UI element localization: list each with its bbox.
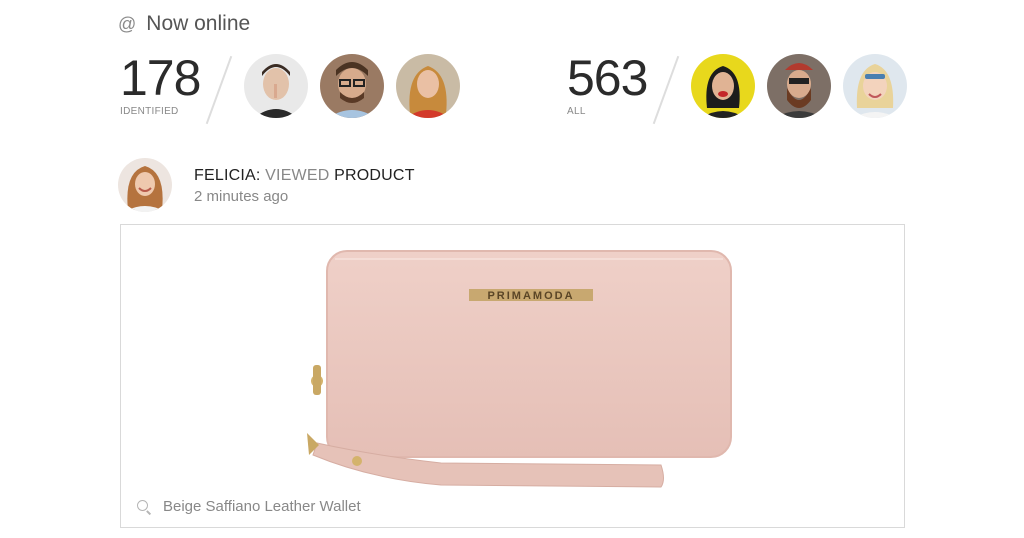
all-stat: 563 ALL xyxy=(567,50,908,126)
product-name[interactable]: Beige Saffiano Leather Wallet xyxy=(163,498,361,515)
all-avatars xyxy=(691,54,908,118)
activity-user[interactable]: FELICIA: xyxy=(194,167,261,184)
felicia-avatar[interactable] xyxy=(118,158,172,212)
divider xyxy=(653,55,680,125)
avatar[interactable] xyxy=(843,54,908,118)
search-icon[interactable] xyxy=(137,499,151,514)
page-title: Now online xyxy=(146,12,251,35)
online-header: @ Now online xyxy=(118,12,250,36)
all-label: ALL xyxy=(567,106,586,117)
identified-avatars xyxy=(244,54,461,118)
avatar[interactable] xyxy=(244,54,309,118)
product-image: PRIMAMODA xyxy=(307,250,732,488)
activity-object[interactable]: PRODUCT xyxy=(334,167,415,184)
product-card[interactable]: PRIMAMODA Beige Saffiano Leather Wallet xyxy=(120,224,905,528)
avatar[interactable] xyxy=(396,54,461,118)
avatar[interactable] xyxy=(767,54,832,118)
at-icon: @ xyxy=(118,13,137,34)
identified-count: 178 xyxy=(120,50,201,106)
activity-timestamp: 2 minutes ago xyxy=(194,188,289,205)
all-count: 563 xyxy=(567,50,648,106)
activity-item: FELICIA: VIEWED PRODUCT 2 minutes ago xyxy=(118,158,415,212)
svg-text:PRIMAMODA: PRIMAMODA xyxy=(487,290,574,302)
identified-label: IDENTIFIED xyxy=(120,106,179,117)
avatar[interactable] xyxy=(320,54,385,118)
divider xyxy=(206,55,233,125)
product-caption: Beige Saffiano Leather Wallet xyxy=(137,498,361,515)
avatar[interactable] xyxy=(691,54,756,118)
activity-description: FELICIA: VIEWED PRODUCT xyxy=(194,167,415,185)
identified-stat: 178 IDENTIFIED xyxy=(120,50,461,126)
activity-verb: VIEWED xyxy=(265,167,330,184)
